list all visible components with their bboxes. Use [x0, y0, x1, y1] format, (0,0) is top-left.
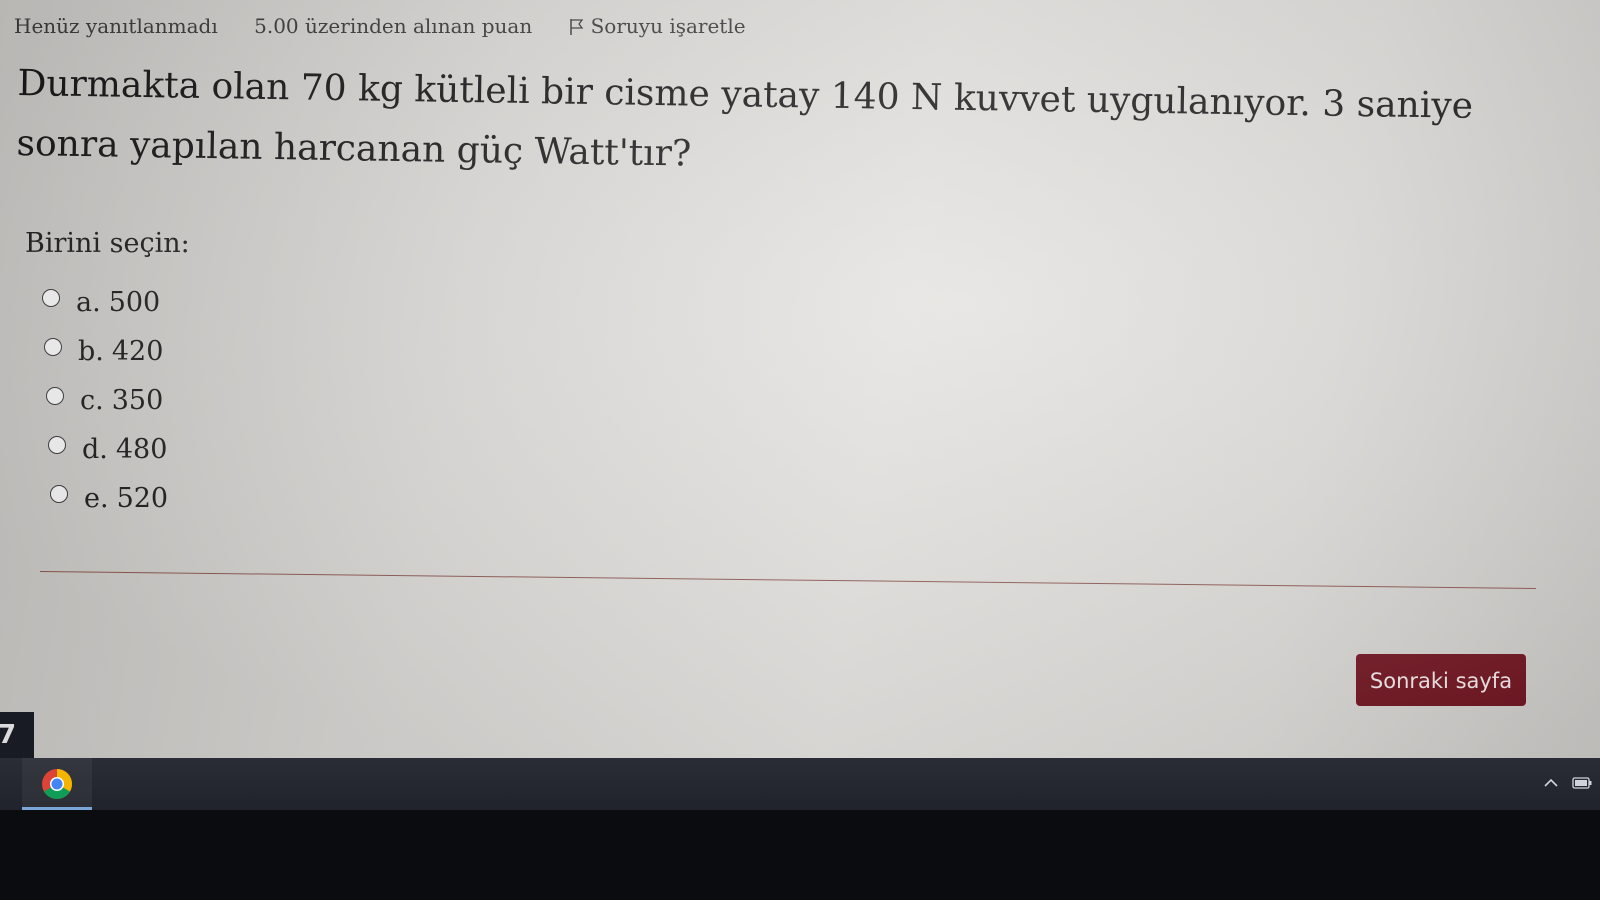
flag-question-label: Soruyu işaretle — [590, 14, 746, 38]
chrome-icon — [42, 769, 73, 800]
radio-button[interactable] — [44, 337, 62, 356]
answer-option-e[interactable]: e. 520 — [50, 474, 168, 523]
next-page-button[interactable]: Sonraki sayfa — [1356, 654, 1526, 706]
flag-question-link[interactable]: Soruyu işaretle — [569, 14, 776, 38]
flag-icon — [569, 19, 583, 35]
answer-option-b[interactable]: b. 420 — [44, 327, 168, 376]
chevron-up-icon[interactable] — [1542, 774, 1560, 792]
option-letter: c. — [80, 385, 104, 416]
question-info-bar: Henüz yanıtlanmadı 5.00 üzerinden alınan… — [14, 14, 806, 38]
option-letter: d. — [82, 434, 108, 465]
taskbar-app-browser[interactable] — [22, 758, 92, 810]
option-letter: e. — [84, 483, 109, 514]
option-letter: a. — [76, 287, 101, 318]
option-value: 480 — [115, 434, 168, 465]
answer-option-a[interactable]: a. 500 — [42, 278, 168, 327]
option-value: 500 — [108, 287, 161, 318]
option-letter: b. — [78, 336, 104, 367]
monitor-bezel — [0, 810, 1600, 900]
answer-option-d[interactable]: d. 480 — [48, 425, 168, 474]
option-value: 420 — [111, 336, 164, 367]
option-value: 350 — [111, 385, 164, 416]
answer-option-c[interactable]: c. 350 — [46, 376, 168, 425]
taskbar — [0, 758, 1600, 810]
section-divider — [39, 571, 1536, 589]
answer-prompt: Birini seçin: — [25, 228, 190, 259]
radio-button[interactable] — [46, 386, 64, 405]
answer-options: a. 500 b. 420 c. 350 d. 480 e. 520 — [42, 278, 168, 523]
radio-button[interactable] — [42, 288, 60, 307]
question-status: Henüz yanıtlanmadı — [14, 14, 218, 38]
option-value: 520 — [116, 483, 169, 514]
battery-icon[interactable] — [1572, 777, 1592, 789]
radio-button[interactable] — [48, 435, 66, 454]
browser-viewport: Henüz yanıtlanmadı 5.00 üzerinden alınan… — [0, 0, 1600, 758]
question-marks: 5.00 üzerinden alınan puan — [254, 14, 533, 38]
corner-tile: 7 — [0, 712, 34, 758]
question-text: Durmakta olan 70 kg kütleli bir cisme ya… — [16, 62, 1474, 175]
radio-button[interactable] — [50, 484, 68, 503]
